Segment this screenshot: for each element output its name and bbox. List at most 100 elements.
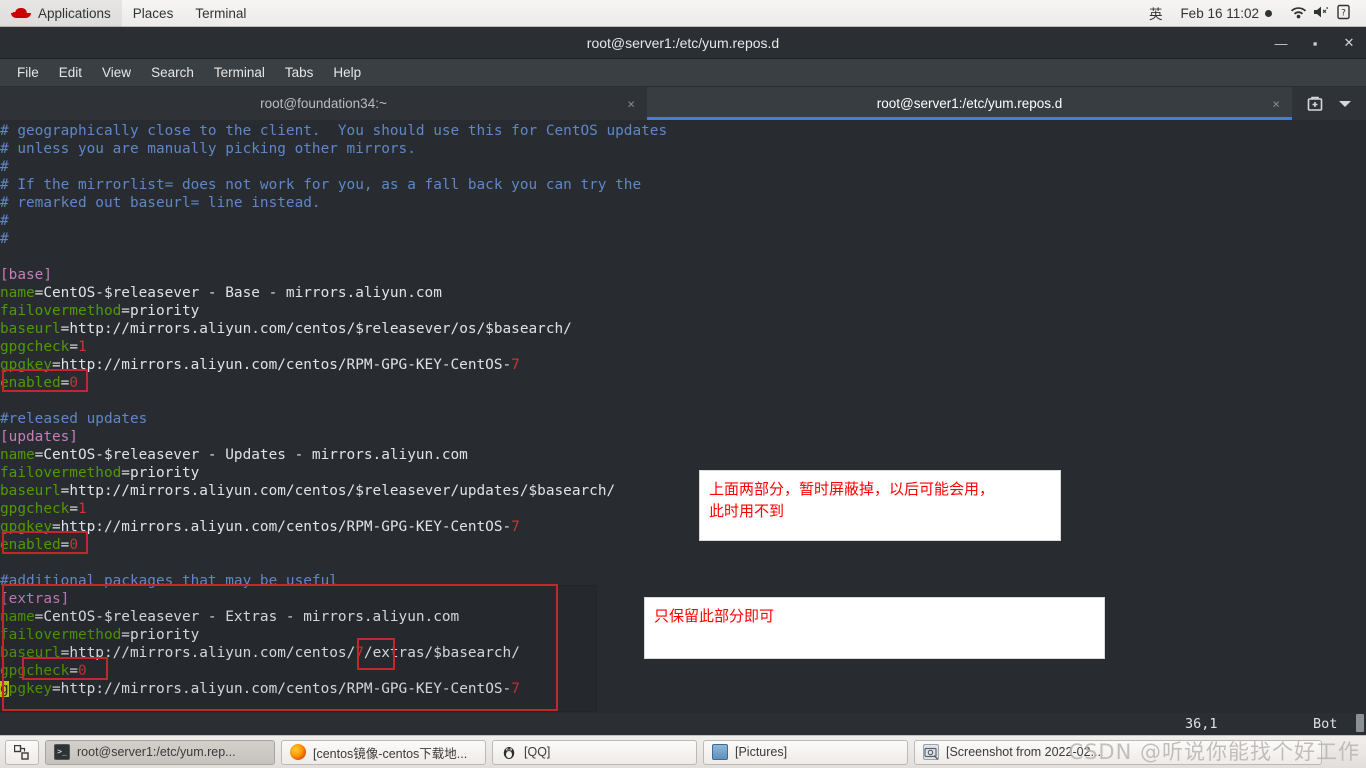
window-switcher-button[interactable] — [5, 739, 39, 765]
taskbar-item-qq[interactable]: [QQ] — [492, 739, 697, 765]
menu-edit[interactable]: Edit — [50, 62, 91, 83]
applications-menu[interactable]: Applications — [0, 0, 122, 27]
pictures-folder-icon — [712, 744, 728, 760]
taskbar-item-terminal[interactable]: >_ root@server1:/etc/yum.rep... — [45, 739, 275, 765]
places-menu-label: Places — [132, 5, 174, 21]
volume-muted-icon — [1313, 5, 1331, 22]
terminal-line: failovermethod=priority — [0, 627, 200, 643]
cursor-position: 36,1 — [1185, 716, 1218, 732]
terminal-line: failovermethod=priority — [0, 465, 200, 481]
terminal-line: [updates] — [0, 429, 78, 445]
terminal-line: #additional packages that may be useful — [0, 573, 338, 589]
gnome-top-panel: Applications Places Terminal 英 Feb 16 11… — [0, 0, 1366, 27]
terminal-line: [extras] — [0, 591, 70, 607]
vim-status-line: 36,1 Bot — [0, 713, 1366, 735]
qq-penguin-icon — [501, 744, 517, 760]
input-method-label: 英 — [1148, 7, 1163, 22]
panel-status-area: 英 Feb 16 11:02 ? — [1141, 0, 1366, 27]
battery-unknown-icon: ? — [1337, 4, 1350, 23]
tab-foundation34[interactable]: root@foundation34:~ × — [0, 87, 647, 120]
menu-tabs[interactable]: Tabs — [276, 62, 323, 83]
tab-close-icon[interactable]: × — [1272, 96, 1280, 111]
taskbar-item-label: [centos镜像-centos下载地... — [313, 746, 468, 761]
taskbar-item-label: [Pictures] — [735, 745, 788, 759]
scroll-position: Bot — [1313, 716, 1338, 732]
firefox-icon — [290, 744, 306, 760]
clock[interactable]: Feb 16 11:02 — [1172, 0, 1280, 27]
tab-label: root@foundation34:~ — [260, 96, 387, 111]
terminal-app-menu[interactable]: Terminal — [184, 0, 257, 27]
tab-server1-yum-repos-d[interactable]: root@server1:/etc/yum.repos.d × — [647, 87, 1292, 120]
taskbar: >_ root@server1:/etc/yum.rep... [centos镜… — [0, 735, 1366, 768]
terminal-line: # unless you are manually picking other … — [0, 141, 416, 157]
terminal-content[interactable]: # geographically close to the client. Yo… — [0, 120, 1366, 735]
terminal-line: # If the mirrorlist= does not work for y… — [0, 177, 642, 193]
close-button[interactable]: ✕ — [1340, 34, 1358, 52]
tab-label: root@server1:/etc/yum.repos.d — [876, 96, 1063, 111]
clock-label: Feb 16 11:02 — [1180, 5, 1259, 21]
menu-search[interactable]: Search — [142, 62, 203, 83]
terminal-line: baseurl=http://mirrors.aliyun.com/centos… — [0, 645, 520, 661]
screenshot-icon — [923, 744, 939, 760]
terminal-window: root@server1:/etc/yum.repos.d — ▪ ✕ File… — [0, 27, 1366, 735]
menu-file[interactable]: File — [8, 62, 48, 83]
taskbar-item-screenshot[interactable]: [Screenshot from 2022-02... — [914, 739, 1322, 765]
chevron-down-icon[interactable] — [1338, 99, 1352, 109]
taskbar-item-label: [Screenshot from 2022-02... — [946, 745, 1101, 759]
taskbar-item-pictures[interactable]: [Pictures] — [703, 739, 908, 765]
note-text: 只保留此部分即可 — [654, 607, 775, 625]
terminal-line: # geographically close to the client. Yo… — [0, 123, 668, 139]
terminal-line: gpgcheck=1 — [0, 501, 87, 517]
minimize-button[interactable]: — — [1272, 34, 1290, 52]
terminal-line: # — [0, 213, 9, 229]
menu-terminal[interactable]: Terminal — [205, 62, 274, 83]
terminal-line: baseurl=http://mirrors.aliyun.com/centos… — [0, 321, 572, 337]
terminal-line: gpgkey=http://mirrors.aliyun.com/centos/… — [0, 681, 520, 697]
places-menu[interactable]: Places — [122, 0, 185, 27]
system-status-menu[interactable]: ? — [1282, 0, 1358, 27]
window-title-bar[interactable]: root@server1:/etc/yum.repos.d — ▪ ✕ — [0, 27, 1366, 59]
taskbar-item-label: [QQ] — [524, 745, 551, 759]
menu-bar: File Edit View Search Terminal Tabs Help — [0, 59, 1366, 87]
tab-actions — [1292, 87, 1366, 120]
terminal-line: gpgcheck=0 — [0, 663, 87, 679]
svg-text:?: ? — [1341, 8, 1346, 18]
taskbar-item-label: root@server1:/etc/yum.rep... — [77, 745, 236, 759]
note-hide-two-sections: 上面两部分，暂时屏蔽掉，以后可能会用， 此时用不到 — [699, 470, 1061, 541]
wifi-icon — [1290, 5, 1307, 22]
terminal-line: gpgkey=http://mirrors.aliyun.com/centos/… — [0, 519, 520, 535]
recording-dot-icon — [1265, 9, 1272, 17]
terminal-line: gpgcheck=1 — [0, 339, 87, 355]
terminal-line: # remarked out baseurl= line instead. — [0, 195, 321, 211]
menu-help[interactable]: Help — [324, 62, 370, 83]
terminal-line: enabled=0 — [0, 537, 78, 553]
taskbar-item-firefox[interactable]: [centos镜像-centos下载地... — [281, 739, 486, 765]
terminal-line: #released updates — [0, 411, 148, 427]
red-hat-logo — [11, 6, 31, 20]
new-tab-icon[interactable] — [1306, 95, 1324, 113]
applications-menu-label: Applications — [38, 5, 111, 21]
terminal-line: name=CentOS-$releasever - Base - mirrors… — [0, 285, 442, 301]
note-text: 上面两部分，暂时屏蔽掉，以后可能会用， 此时用不到 — [709, 480, 995, 520]
terminal-app-menu-label: Terminal — [195, 5, 247, 21]
terminal-line: name=CentOS-$releasever - Updates - mirr… — [0, 447, 468, 463]
window-switcher-icon — [13, 744, 30, 760]
terminal-line: [base] — [0, 267, 52, 283]
vim-buffer[interactable]: # geographically close to the client. Yo… — [0, 120, 667, 698]
window-controls: — ▪ ✕ — [1272, 27, 1358, 59]
tab-bar: root@foundation34:~ × root@server1:/etc/… — [0, 87, 1366, 120]
maximize-button[interactable]: ▪ — [1306, 34, 1324, 52]
window-title: root@server1:/etc/yum.repos.d — [586, 34, 780, 51]
terminal-line: enabled=0 — [0, 375, 78, 391]
menu-view[interactable]: View — [93, 62, 140, 83]
input-method-indicator[interactable]: 英 — [1141, 0, 1171, 27]
terminal-line: # — [0, 159, 9, 175]
terminal-line: failovermethod=priority — [0, 303, 200, 319]
terminal-line: gpgkey=http://mirrors.aliyun.com/centos/… — [0, 357, 520, 373]
vertical-scrollbar[interactable] — [1356, 714, 1364, 732]
tab-close-icon[interactable]: × — [627, 96, 635, 111]
terminal-icon: >_ — [54, 744, 70, 760]
